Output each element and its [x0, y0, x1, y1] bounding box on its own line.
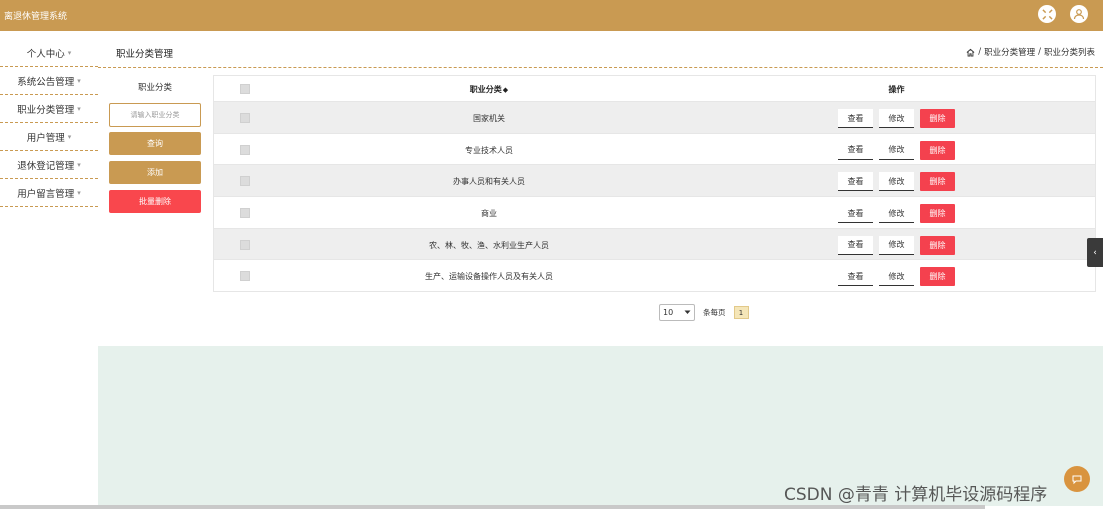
sort-icon[interactable]: ◆ [503, 86, 508, 94]
search-button[interactable]: 查询 [109, 132, 201, 155]
row-checkbox[interactable] [240, 144, 250, 155]
column-header-ops: 操作 [888, 85, 905, 94]
table-row: 办事人员和有关人员 查看 修改 删除 [214, 165, 1095, 198]
watermark: CSDN @青青 计算机毕设源码程序 [784, 485, 1048, 505]
edit-button[interactable]: 修改 [879, 109, 914, 128]
chat-icon [1072, 475, 1082, 485]
edit-button[interactable]: 修改 [879, 172, 914, 192]
occupation-table: 职业分类◆ 操作 国家机关 查看 修改 删除 专业技术人员 查看 修改 删除 办… [213, 75, 1096, 292]
user-avatar-icon[interactable] [1070, 5, 1088, 23]
sidebar-item-label: 系统公告管理 [17, 76, 75, 88]
sidebar-item-occupation-category[interactable]: 职业分类管理 ▾ [0, 95, 98, 123]
view-button[interactable]: 查看 [838, 109, 873, 128]
delete-button[interactable]: 删除 [920, 267, 955, 287]
edit-button[interactable]: 修改 [879, 140, 914, 160]
select-all-checkbox[interactable] [240, 84, 250, 94]
breadcrumb-item[interactable]: 职业分类管理 [984, 46, 1035, 58]
caret-down-icon: ▾ [77, 76, 81, 85]
chevron-left-icon: ‹ [1093, 247, 1097, 258]
breadcrumb: / 职业分类管理 / 职业分类列表 [966, 46, 1095, 58]
row-checkbox[interactable] [240, 113, 250, 123]
breadcrumb-separator: / [978, 47, 982, 57]
table-row: 生产、运输设备操作人员及有关人员 查看 修改 删除 [214, 260, 1095, 292]
per-page-label: 条每页 [703, 308, 726, 317]
breadcrumb-item-current: 职业分类列表 [1043, 48, 1095, 58]
delete-button[interactable]: 删除 [920, 204, 955, 224]
delete-button[interactable]: 删除 [920, 140, 955, 160]
app-title: 离退休管理系统 [4, 12, 68, 22]
header-divider [98, 67, 1103, 68]
page-title: 职业分类管理 [116, 49, 174, 60]
sidebar-item-label: 退休登记管理 [17, 160, 75, 172]
view-button[interactable]: 查看 [838, 267, 873, 287]
sidebar-item-label: 用户留言管理 [17, 188, 75, 200]
page-size-select[interactable]: 10 [659, 304, 695, 321]
sidebar-item-label: 职业分类管理 [17, 104, 75, 116]
breadcrumb-separator: / [1038, 47, 1041, 57]
sidebar: 个人中心 ▾ 系统公告管理 ▾ 职业分类管理 ▾ 用户管理 ▾ 退休登记管理 ▾ 用户留言… [0, 39, 98, 207]
sidebar-item-user-messages[interactable]: 用户留言管理 ▾ [0, 179, 98, 207]
caret-down-icon: ▾ [77, 104, 81, 113]
cell-occupation-name: 办事人员和有关人员 [453, 177, 525, 187]
caret-down-icon: ▾ [67, 48, 72, 57]
table-row: 专业技术人员 查看 修改 删除 [214, 134, 1095, 166]
table-row: 农、林、牧、渔、水利业生产人员 查看 修改 删除 [214, 228, 1095, 261]
view-button[interactable]: 查看 [838, 172, 873, 192]
page-number-current[interactable]: 1 [733, 306, 749, 319]
view-button[interactable]: 查看 [838, 140, 873, 160]
cell-occupation-name: 国家机关 [473, 114, 505, 123]
delete-button[interactable]: 删除 [920, 235, 955, 255]
batch-delete-button[interactable]: 批量删除 [109, 190, 201, 213]
sidebar-item-label: 个人中心 [26, 48, 65, 60]
filter-label: 职业分类 [137, 83, 172, 93]
chevron-down-icon [684, 310, 691, 314]
delete-button[interactable]: 删除 [920, 172, 955, 192]
sidebar-item-personal-center[interactable]: 个人中心 ▾ [0, 39, 98, 67]
add-button[interactable]: 添加 [109, 161, 201, 184]
sidebar-item-label: 用户管理 [26, 132, 65, 144]
table-row: 国家机关 查看 修改 删除 [214, 102, 1095, 134]
occupation-search-input[interactable] [109, 103, 201, 127]
row-checkbox[interactable] [240, 176, 250, 187]
column-header-name[interactable]: 职业分类◆ [314, 84, 664, 95]
row-checkbox[interactable] [240, 271, 250, 282]
row-checkbox[interactable] [240, 239, 250, 250]
caret-down-icon: ▾ [67, 132, 72, 141]
top-bar: 离退休管理系统 [0, 0, 1103, 31]
cell-occupation-name: 农、林、牧、渔、水利业生产人员 [429, 240, 549, 250]
edit-button[interactable]: 修改 [879, 235, 914, 255]
caret-down-icon: ▾ [77, 188, 81, 197]
row-checkbox[interactable] [240, 208, 250, 219]
horizontal-scrollbar[interactable] [0, 505, 985, 509]
float-action-button[interactable] [1064, 466, 1090, 492]
table-row: 商业 查看 修改 删除 [214, 197, 1095, 229]
view-button[interactable]: 查看 [838, 204, 873, 224]
home-icon[interactable] [966, 48, 975, 57]
edit-button[interactable]: 修改 [879, 204, 914, 224]
cell-occupation-name: 专业技术人员 [465, 145, 513, 155]
page-size-value: 10 [663, 308, 674, 317]
pagination: 10 条每页 1 [659, 304, 749, 321]
sidebar-item-users[interactable]: 用户管理 ▾ [0, 123, 98, 151]
table-header: 职业分类◆ 操作 [214, 76, 1095, 102]
cell-occupation-name: 生产、运输设备操作人员及有关人员 [425, 272, 553, 282]
edit-button[interactable]: 修改 [879, 267, 914, 287]
fullscreen-icon[interactable] [1038, 5, 1056, 23]
sidebar-item-retirement-registration[interactable]: 退休登记管理 ▾ [0, 151, 98, 179]
sidebar-item-announcements[interactable]: 系统公告管理 ▾ [0, 67, 98, 95]
caret-down-icon: ▾ [77, 160, 81, 169]
delete-button[interactable]: 删除 [920, 109, 955, 128]
cell-occupation-name: 商业 [481, 209, 497, 219]
collapse-panel-tab[interactable]: ‹ [1087, 238, 1103, 267]
view-button[interactable]: 查看 [838, 235, 873, 255]
